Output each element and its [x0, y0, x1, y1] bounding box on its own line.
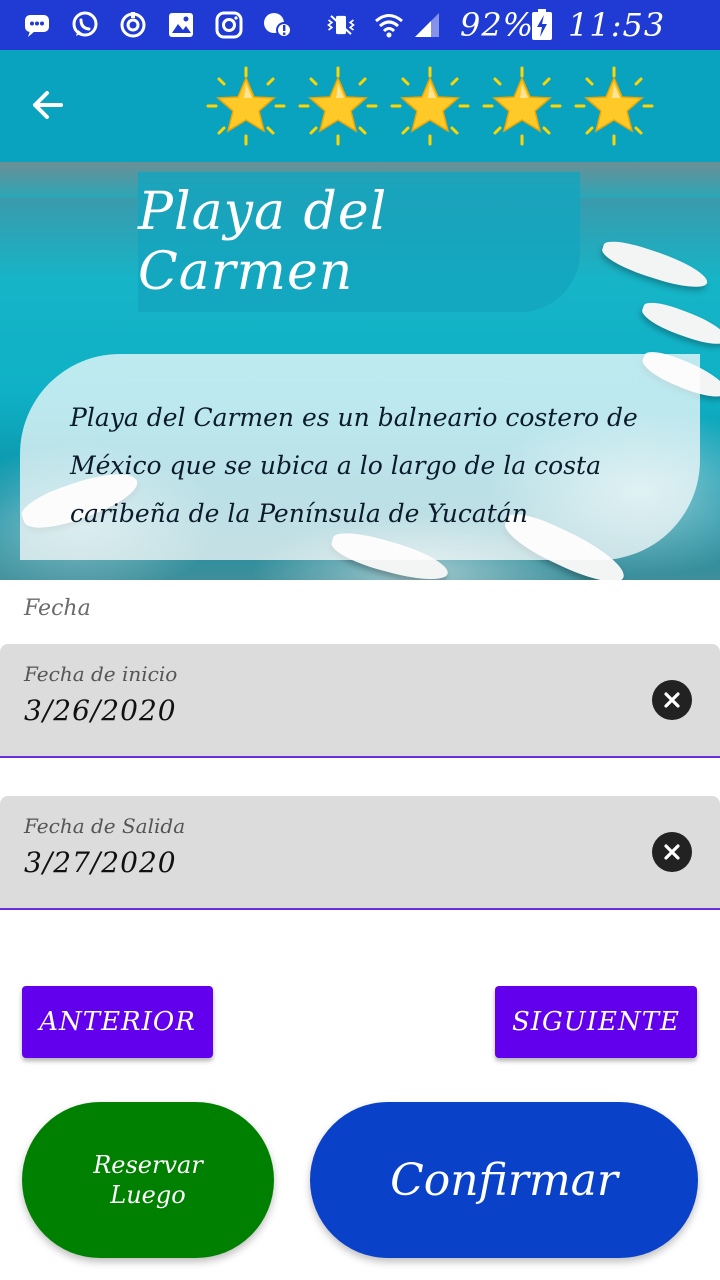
destination-title: Playa del Carmen	[138, 182, 388, 302]
boat	[598, 235, 712, 295]
reserve-later-button[interactable]: Reservar Luego	[22, 1102, 274, 1258]
chat-alert-icon	[262, 10, 292, 40]
confirm-button[interactable]: Confirmar	[310, 1102, 698, 1258]
title-card: Playa del Carmen	[138, 172, 580, 312]
battery-charging-icon	[530, 9, 554, 40]
gallery-icon	[166, 10, 196, 40]
messages-icon	[22, 10, 52, 40]
boat	[638, 297, 720, 351]
close-icon	[664, 692, 680, 708]
destination-description: Playa del Carmen es un balneario costero…	[70, 403, 638, 528]
battery-percent: 92%	[460, 6, 535, 44]
description-card[interactable]: Playa del Carmen es un balneario costero…	[20, 354, 700, 560]
clock: 11:53 PM	[568, 6, 666, 82]
previous-button[interactable]: ANTERIOR	[22, 986, 213, 1058]
whatsapp-icon	[70, 10, 100, 40]
star-icon	[296, 64, 380, 148]
star-icon	[388, 64, 472, 148]
next-button[interactable]: SIGUIENTE	[495, 986, 697, 1058]
vibrate-icon	[326, 10, 356, 40]
wifi-icon	[374, 10, 404, 40]
instagram-icon	[214, 10, 244, 40]
arrow-left-icon	[33, 91, 63, 119]
star-icon	[572, 64, 656, 148]
sync-icon	[118, 10, 148, 40]
start-date-field[interactable]: Fecha de inicio 3/26/2020	[0, 644, 720, 758]
destination-hero-image: Playa del Carmen Playa del Carmen es un …	[0, 162, 720, 580]
close-icon	[664, 844, 680, 860]
star-icon	[204, 64, 288, 148]
signal-icon	[412, 10, 442, 40]
clear-end-date-button[interactable]	[652, 832, 692, 872]
back-button[interactable]	[22, 80, 72, 130]
date-section-label: Fecha	[24, 596, 91, 621]
end-date-value[interactable]: 3/27/2020	[24, 846, 177, 879]
toolbar	[0, 50, 720, 162]
start-date-label: Fecha de inicio	[24, 662, 178, 686]
start-date-value[interactable]: 3/26/2020	[24, 694, 177, 727]
clear-start-date-button[interactable]	[652, 680, 692, 720]
star-icon	[480, 64, 564, 148]
end-date-label: Fecha de Salida	[24, 814, 186, 838]
end-date-field[interactable]: Fecha de Salida 3/27/2020	[0, 796, 720, 910]
status-bar: 92% 11:53 PM	[0, 0, 720, 82]
